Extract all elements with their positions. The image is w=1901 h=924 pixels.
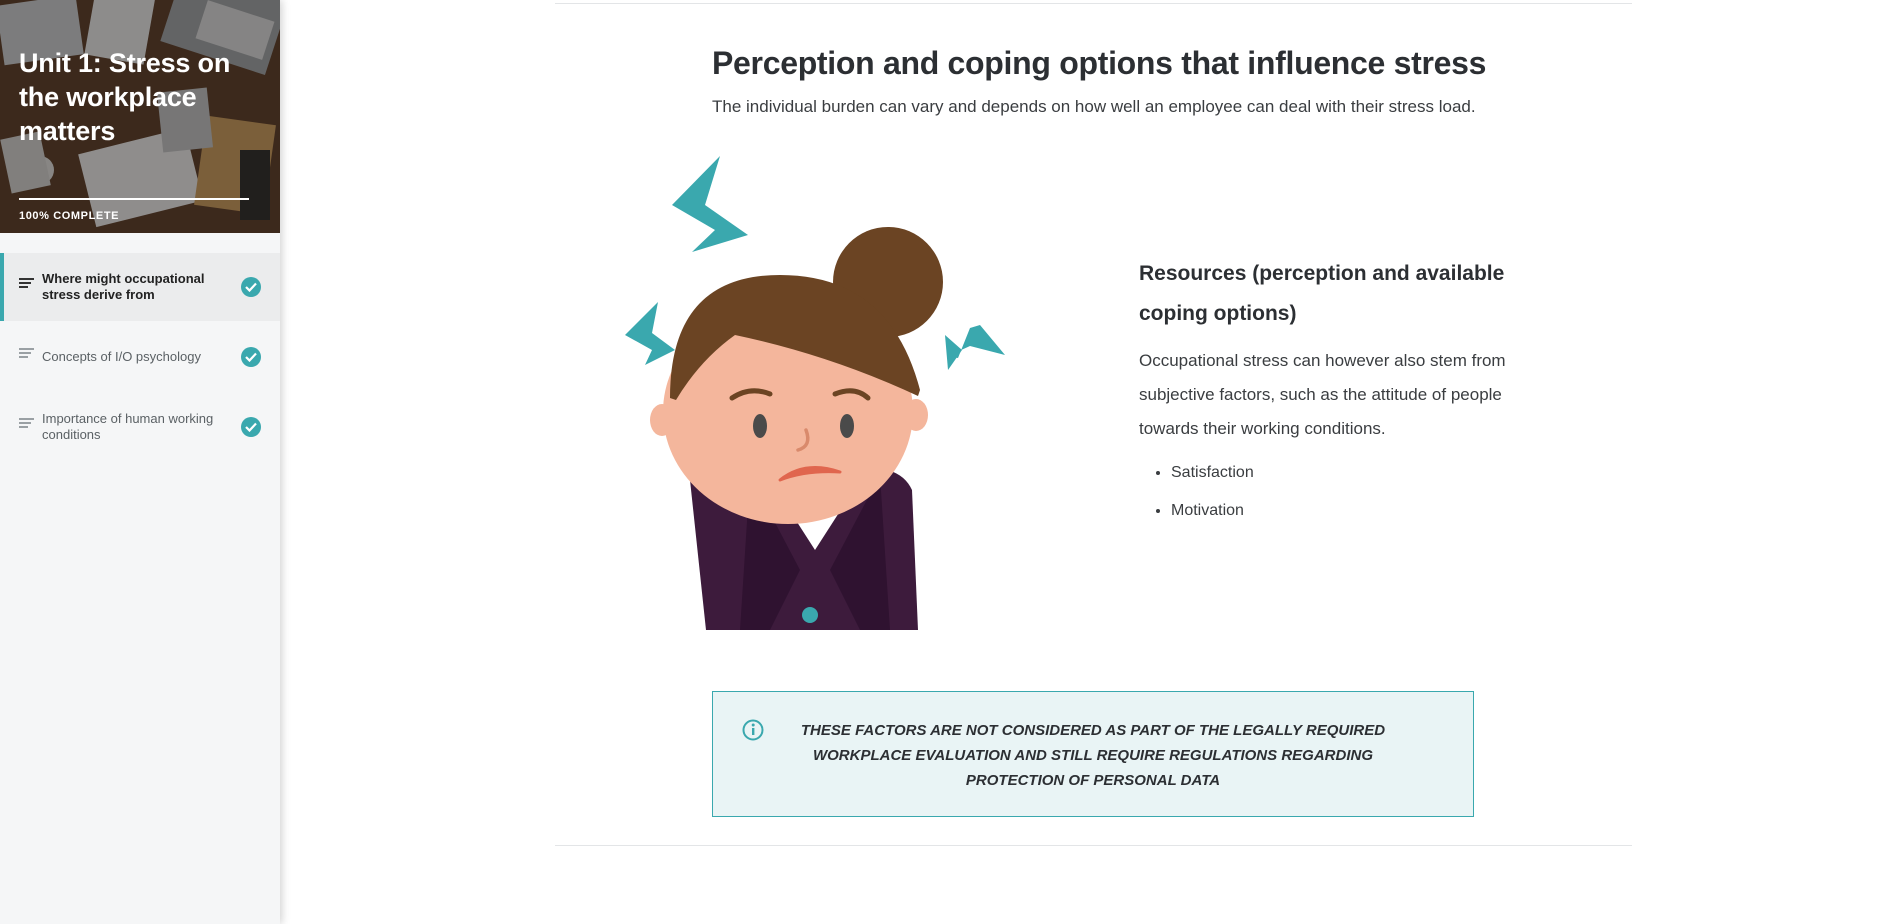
page-subtitle: The individual burden can vary and depen…	[712, 97, 1476, 116]
bullet-satisfaction: Satisfaction	[1171, 454, 1559, 492]
stressed-woman-illustration	[625, 156, 1005, 630]
lesson-list: Where might occupational stress derive f…	[0, 253, 280, 461]
lesson-label: Concepts of I/O psychology	[42, 349, 201, 364]
lesson-item-working-conditions[interactable]: Importance of human working conditions	[0, 393, 280, 461]
resources-section: Resources (perception and available copi…	[1139, 254, 1559, 530]
completed-check-icon	[241, 347, 261, 367]
info-note-box: These factors are not considered as part…	[712, 691, 1474, 817]
info-note-text: These factors are not considered as part…	[800, 722, 1386, 789]
resources-bullet-list: Satisfaction Motivation	[1139, 454, 1559, 530]
course-progress-bar	[19, 198, 249, 200]
course-sidebar: Unit 1: Stress on the workplace matters …	[0, 0, 280, 924]
lesson-item-occupational-stress[interactable]: Where might occupational stress derive f…	[0, 253, 280, 321]
course-title: Unit 1: Stress on the workplace matters	[19, 48, 231, 146]
course-hero: Unit 1: Stress on the workplace matters …	[0, 0, 280, 233]
course-progress-fill	[19, 198, 249, 200]
resources-heading: Resources (perception and available copi…	[1139, 262, 1505, 325]
lesson-label: Importance of human working conditions	[42, 411, 214, 442]
bullet-motivation: Motivation	[1171, 492, 1559, 530]
bottom-divider	[555, 845, 1632, 846]
completed-check-icon	[241, 417, 261, 437]
completed-check-icon	[241, 277, 261, 297]
lesson-item-io-psychology[interactable]: Concepts of I/O psychology	[0, 321, 280, 393]
info-icon	[742, 719, 764, 741]
page-title: Perception and coping options that influ…	[712, 45, 1487, 81]
lesson-lines-icon	[19, 418, 34, 428]
lesson-lines-icon	[19, 278, 34, 288]
resources-body: Occupational stress can however also ste…	[1139, 351, 1506, 438]
course-progress-label: 100% COMPLETE	[19, 210, 120, 222]
lesson-label: Where might occupational stress derive f…	[42, 271, 205, 302]
top-divider	[555, 3, 1632, 4]
lesson-lines-icon	[19, 348, 34, 358]
